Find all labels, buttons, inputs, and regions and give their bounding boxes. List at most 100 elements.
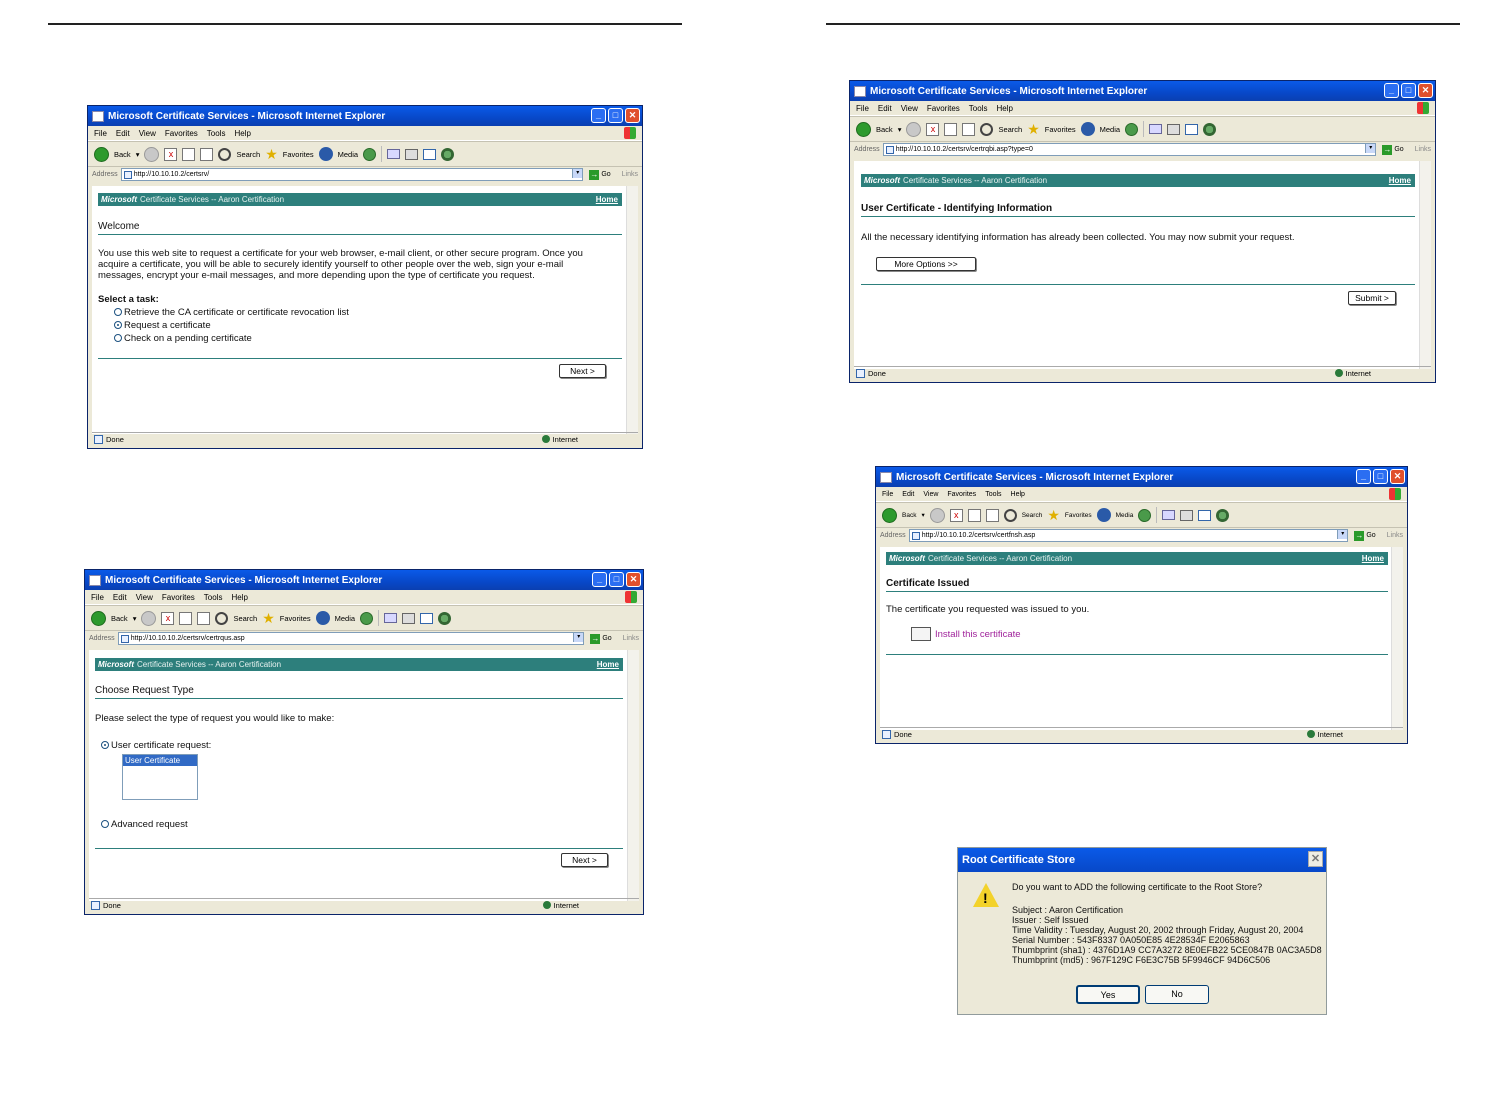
- back-button[interactable]: Back: [111, 614, 128, 623]
- back-icon[interactable]: [856, 121, 871, 137]
- menu-view[interactable]: View: [901, 104, 918, 113]
- dialog-close-button[interactable]: ✕: [1308, 851, 1323, 867]
- messenger-icon[interactable]: [441, 147, 455, 161]
- print-icon[interactable]: [1167, 123, 1181, 135]
- menu-favorites[interactable]: Favorites: [947, 491, 976, 498]
- media-button[interactable]: Media: [1116, 512, 1134, 519]
- radio-retrieve[interactable]: [114, 308, 122, 316]
- mail-icon[interactable]: [387, 149, 401, 159]
- menu-help[interactable]: Help: [234, 129, 250, 138]
- print-icon[interactable]: [1180, 509, 1194, 521]
- search-icon[interactable]: [980, 122, 994, 136]
- favorites-button[interactable]: Favorites: [1045, 125, 1076, 134]
- install-certificate-link[interactable]: Install this certificate: [935, 629, 1021, 640]
- favorites-icon[interactable]: ★: [1047, 508, 1060, 522]
- search-button[interactable]: Search: [233, 614, 257, 623]
- search-icon[interactable]: [1003, 508, 1017, 522]
- task-option-retrieve[interactable]: Retrieve the CA certificate or certifica…: [114, 307, 349, 318]
- menu-edit[interactable]: Edit: [113, 593, 127, 602]
- menu-help[interactable]: Help: [996, 104, 1012, 113]
- vertical-scrollbar[interactable]: [626, 186, 638, 434]
- stop-icon[interactable]: x: [164, 147, 178, 161]
- edit-icon[interactable]: [423, 148, 437, 160]
- menu-view[interactable]: View: [139, 129, 156, 138]
- stop-icon[interactable]: x: [949, 508, 963, 522]
- menu-edit[interactable]: Edit: [878, 104, 892, 113]
- certificate-icon[interactable]: [911, 627, 931, 641]
- menu-tools[interactable]: Tools: [207, 129, 226, 138]
- menu-file[interactable]: File: [94, 129, 107, 138]
- address-input[interactable]: http://10.10.10.2/certsrv/certfnsh.asp ▾: [908, 529, 1349, 542]
- favorites-icon[interactable]: ★: [1027, 122, 1040, 136]
- back-button[interactable]: Back: [902, 512, 916, 519]
- stop-icon[interactable]: x: [926, 122, 940, 136]
- history-icon[interactable]: [360, 611, 374, 625]
- history-icon[interactable]: [1138, 508, 1152, 522]
- minimize-button[interactable]: _: [1384, 83, 1399, 98]
- links-button[interactable]: Links: [622, 171, 638, 178]
- links-button[interactable]: Links: [1387, 532, 1403, 539]
- menu-file[interactable]: File: [856, 104, 869, 113]
- vertical-scrollbar[interactable]: [1419, 161, 1431, 369]
- refresh-icon[interactable]: [967, 508, 981, 522]
- address-input[interactable]: http://10.10.10.2/certsrv/certrqus.asp ▾: [117, 632, 585, 645]
- edit-icon[interactable]: [1185, 123, 1199, 135]
- favorites-icon[interactable]: ★: [265, 147, 278, 161]
- messenger-icon[interactable]: [438, 611, 452, 625]
- home-link[interactable]: Home: [1362, 554, 1384, 563]
- search-icon[interactable]: [215, 611, 229, 625]
- mail-icon[interactable]: [384, 613, 398, 623]
- vertical-scrollbar[interactable]: [627, 650, 639, 901]
- option-user-certificate[interactable]: User certificate request:: [101, 740, 211, 751]
- maximize-button[interactable]: □: [1401, 83, 1416, 98]
- radio-request[interactable]: [114, 321, 122, 329]
- close-button[interactable]: ✕: [625, 108, 640, 123]
- menu-favorites[interactable]: Favorites: [165, 129, 198, 138]
- close-button[interactable]: ✕: [1418, 83, 1433, 98]
- certificate-type-list[interactable]: User Certificate: [122, 754, 198, 800]
- links-button[interactable]: Links: [623, 635, 639, 642]
- mail-icon[interactable]: [1149, 124, 1163, 134]
- go-button[interactable]: → Go: [1354, 530, 1376, 541]
- forward-icon[interactable]: [141, 610, 157, 626]
- print-icon[interactable]: [405, 148, 419, 160]
- history-icon[interactable]: [363, 147, 377, 161]
- home-icon[interactable]: [962, 122, 976, 136]
- menu-edit[interactable]: Edit: [116, 129, 130, 138]
- maximize-button[interactable]: □: [1373, 469, 1388, 484]
- menu-edit[interactable]: Edit: [902, 491, 914, 498]
- more-options-button[interactable]: More Options >>: [876, 257, 976, 271]
- media-button[interactable]: Media: [338, 150, 358, 159]
- back-icon[interactable]: [882, 507, 897, 523]
- back-button[interactable]: Back: [114, 150, 131, 159]
- media-icon[interactable]: [1096, 508, 1111, 522]
- search-button[interactable]: Search: [236, 150, 260, 159]
- next-button[interactable]: Next >: [559, 364, 606, 378]
- media-button[interactable]: Media: [1100, 125, 1120, 134]
- menu-tools[interactable]: Tools: [204, 593, 223, 602]
- back-dropdown-icon[interactable]: ▾: [921, 511, 924, 519]
- close-button[interactable]: ✕: [626, 572, 641, 587]
- messenger-icon[interactable]: [1203, 122, 1217, 136]
- minimize-button[interactable]: _: [592, 572, 607, 587]
- search-button[interactable]: Search: [1022, 512, 1043, 519]
- home-icon[interactable]: [985, 508, 999, 522]
- media-icon[interactable]: [1080, 122, 1095, 136]
- search-button[interactable]: Search: [998, 125, 1022, 134]
- option-advanced-request[interactable]: Advanced request: [101, 819, 188, 830]
- refresh-icon[interactable]: [944, 122, 958, 136]
- back-button[interactable]: Back: [876, 125, 893, 134]
- refresh-icon[interactable]: [182, 147, 196, 161]
- yes-button[interactable]: Yes: [1076, 985, 1140, 1004]
- go-button[interactable]: → Go: [1382, 144, 1404, 155]
- home-link[interactable]: Home: [596, 195, 618, 204]
- edit-icon[interactable]: [420, 612, 434, 624]
- back-dropdown-icon[interactable]: ▾: [136, 150, 140, 159]
- radio-pending[interactable]: [114, 334, 122, 342]
- messenger-icon[interactable]: [1216, 508, 1230, 522]
- media-button[interactable]: Media: [335, 614, 355, 623]
- go-button[interactable]: → Go: [590, 633, 612, 644]
- favorites-button[interactable]: Favorites: [283, 150, 314, 159]
- go-button[interactable]: → Go: [589, 169, 611, 180]
- forward-icon[interactable]: [144, 146, 160, 162]
